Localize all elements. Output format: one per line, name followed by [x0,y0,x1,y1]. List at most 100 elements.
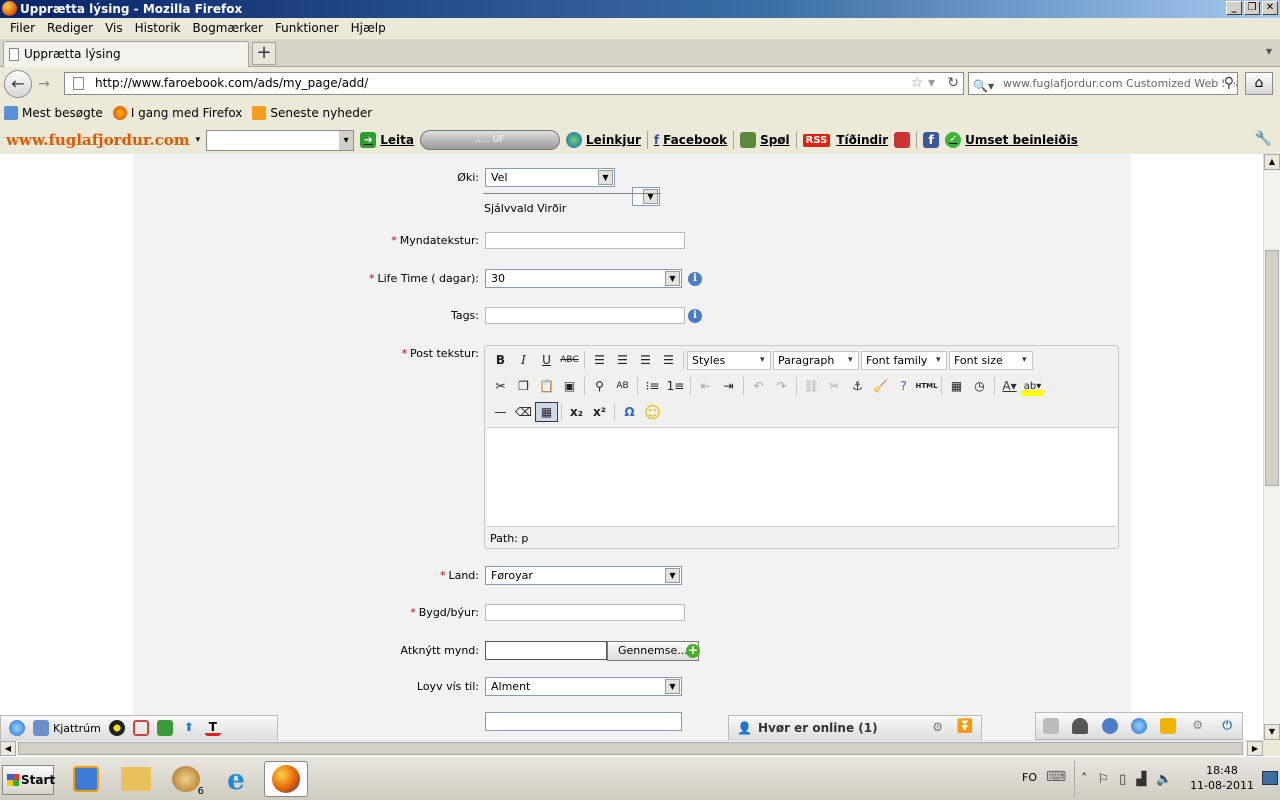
font-family-dropdown[interactable]: Font family [861,350,947,370]
add-icon[interactable]: + [686,644,700,658]
upload-arrow-icon[interactable]: ⬆ [181,720,197,736]
menu-help[interactable]: Hjælp [345,18,392,39]
styles-dropdown[interactable]: Styles [687,350,771,370]
power-icon[interactable]: ⏻ [1219,718,1235,734]
taskbar-paint-group[interactable]: 6 [164,761,208,797]
input-language[interactable]: FO [1022,771,1037,784]
bullet-list-icon[interactable]: ⁝≡ [641,376,664,396]
radiation-icon[interactable] [108,720,125,736]
user-icon[interactable] [1101,718,1118,734]
search-button[interactable]: ➜ Leita [360,132,414,148]
brand-dropdown-icon[interactable]: ▾ [196,135,201,145]
new-tab-button[interactable]: + [252,42,276,65]
network-icon[interactable]: ▟ [1136,772,1146,787]
insert-date-icon[interactable]: ▦ [945,376,968,396]
scroll-thumb[interactable] [1265,250,1279,486]
misc-button[interactable]: ✓ Umset beinleiðis [945,132,1078,148]
strikethrough-icon[interactable]: ABC [558,350,581,370]
wrench-icon[interactable]: 🔧 [1255,131,1272,147]
taskbar-media-player[interactable] [64,761,108,797]
replace-icon[interactable]: AB [611,376,634,396]
bookmark-star-icon[interactable]: ☆ ▾ [911,73,935,94]
insert-time-icon[interactable]: ◷ [968,376,991,396]
flag-icon[interactable]: ⚐ [1098,772,1110,787]
menu-tools[interactable]: Funktioner [269,18,345,39]
horizontal-rule-icon[interactable]: — [489,402,512,422]
restore-button[interactable]: ❐ [1244,1,1260,15]
close-button[interactable]: ✕ [1262,1,1278,15]
unlink-icon[interactable]: ✂ [823,376,846,396]
bold-icon[interactable]: B [489,350,512,370]
underline-icon[interactable]: U [535,350,558,370]
info-icon[interactable]: i [688,272,702,286]
bookmark-latest-news[interactable]: Seneste nyheder [252,106,372,120]
settings-gear-icon[interactable]: ⚙ [932,720,943,734]
indent-icon[interactable]: ⇥ [717,376,740,396]
image-file-input[interactable] [485,641,607,660]
superscript-icon[interactable]: x² [588,402,611,422]
cut-icon[interactable]: ✂ [489,376,512,396]
align-right-icon[interactable]: ☰ [634,350,657,370]
country-select[interactable]: Føroyar ▼ [485,566,682,585]
helmet-icon[interactable] [1072,718,1089,734]
show-desktop-button[interactable] [1262,771,1278,785]
eraser-icon[interactable]: ⌫ [512,402,535,422]
town-input[interactable] [485,604,685,621]
menu-edit[interactable]: Rediger [41,18,99,39]
forward-button[interactable]: → [33,75,55,93]
subarea-select[interactable]: ▼ [632,187,660,206]
link-icon[interactable]: ⛓ [800,376,823,396]
highlight-color-icon[interactable]: ab▾ [1021,376,1044,396]
globe-icon[interactable] [1130,718,1147,734]
caption-input[interactable] [485,232,685,249]
copy-icon[interactable]: ❐ [512,376,535,396]
square-icon[interactable] [132,720,149,736]
scroll-up-icon[interactable]: ▲ [1264,154,1280,170]
taskbar-explorer[interactable] [114,761,158,797]
toolbar-search-input[interactable] [206,129,355,151]
news-button[interactable]: Tíðindir [836,133,888,147]
globe-icon[interactable] [9,720,25,736]
facebook-square-icon[interactable]: f [923,132,940,148]
crown-icon[interactable] [1160,718,1177,734]
find-icon[interactable]: ⚲ [588,376,611,396]
links-button[interactable]: Leinkjur [565,132,641,148]
menu-bookmarks[interactable]: Bogmærker [187,18,269,39]
show-hidden-icons-chevron-icon[interactable]: ˄ [1081,772,1088,787]
tab-list-chevron-icon[interactable]: ▼ [1266,47,1272,56]
chat-button[interactable]: Kjattrúm [33,720,101,736]
special-char-icon[interactable]: Ω [618,402,641,422]
home-button[interactable]: ⌂ [1245,72,1273,95]
search-go-icon[interactable]: ⚲ [1223,73,1234,94]
cleanup-icon[interactable]: 🧹 [869,376,892,396]
collapse-chevron-icon[interactable]: ⏬ [957,719,973,734]
back-button[interactable]: ← [4,70,32,98]
taskbar-firefox[interactable] [264,761,308,797]
facebook-button[interactable]: f Facebook [654,133,727,147]
lifetime-select[interactable]: 30 ▼ [485,269,682,288]
next-select-partial[interactable] [485,712,682,731]
numbered-list-icon[interactable]: 1≡ [664,376,687,396]
subscript-icon[interactable]: x₂ [565,402,588,422]
info-icon[interactable]: i [688,309,702,323]
redo-icon[interactable]: ↷ [770,376,793,396]
reload-icon[interactable]: ↻ [947,73,959,94]
taskbar-internet-explorer[interactable]: e [214,761,258,797]
scroll-down-icon[interactable]: ▼ [1264,724,1280,740]
keyboard-icon[interactable]: ⌨ [1046,769,1066,785]
settings-gear-icon[interactable]: ⚙ [1190,718,1206,734]
paste-icon[interactable]: 📋 [535,376,558,396]
cart-icon[interactable] [1042,718,1059,734]
bookmark-most-visited[interactable]: Mest besøgte [4,106,103,120]
align-center-icon[interactable]: ☰ [611,350,634,370]
menu-file[interactable]: Filer [4,18,41,39]
search-engine-icon[interactable]: 🔍▾ [973,76,994,94]
volume-icon[interactable]: 🔈 [1156,772,1172,787]
online-users-label[interactable]: Hvør er online (1) [758,721,878,735]
text-color-icon[interactable]: A▾ [998,376,1021,396]
paste-word-icon[interactable]: ▣ [558,376,581,396]
games-button[interactable]: Spøl [740,132,790,148]
browse-button[interactable]: Gennemse... [607,641,699,661]
bookmark-getting-started[interactable]: I gang med Firefox [112,106,242,120]
table-icon[interactable]: ▦ [535,402,558,422]
